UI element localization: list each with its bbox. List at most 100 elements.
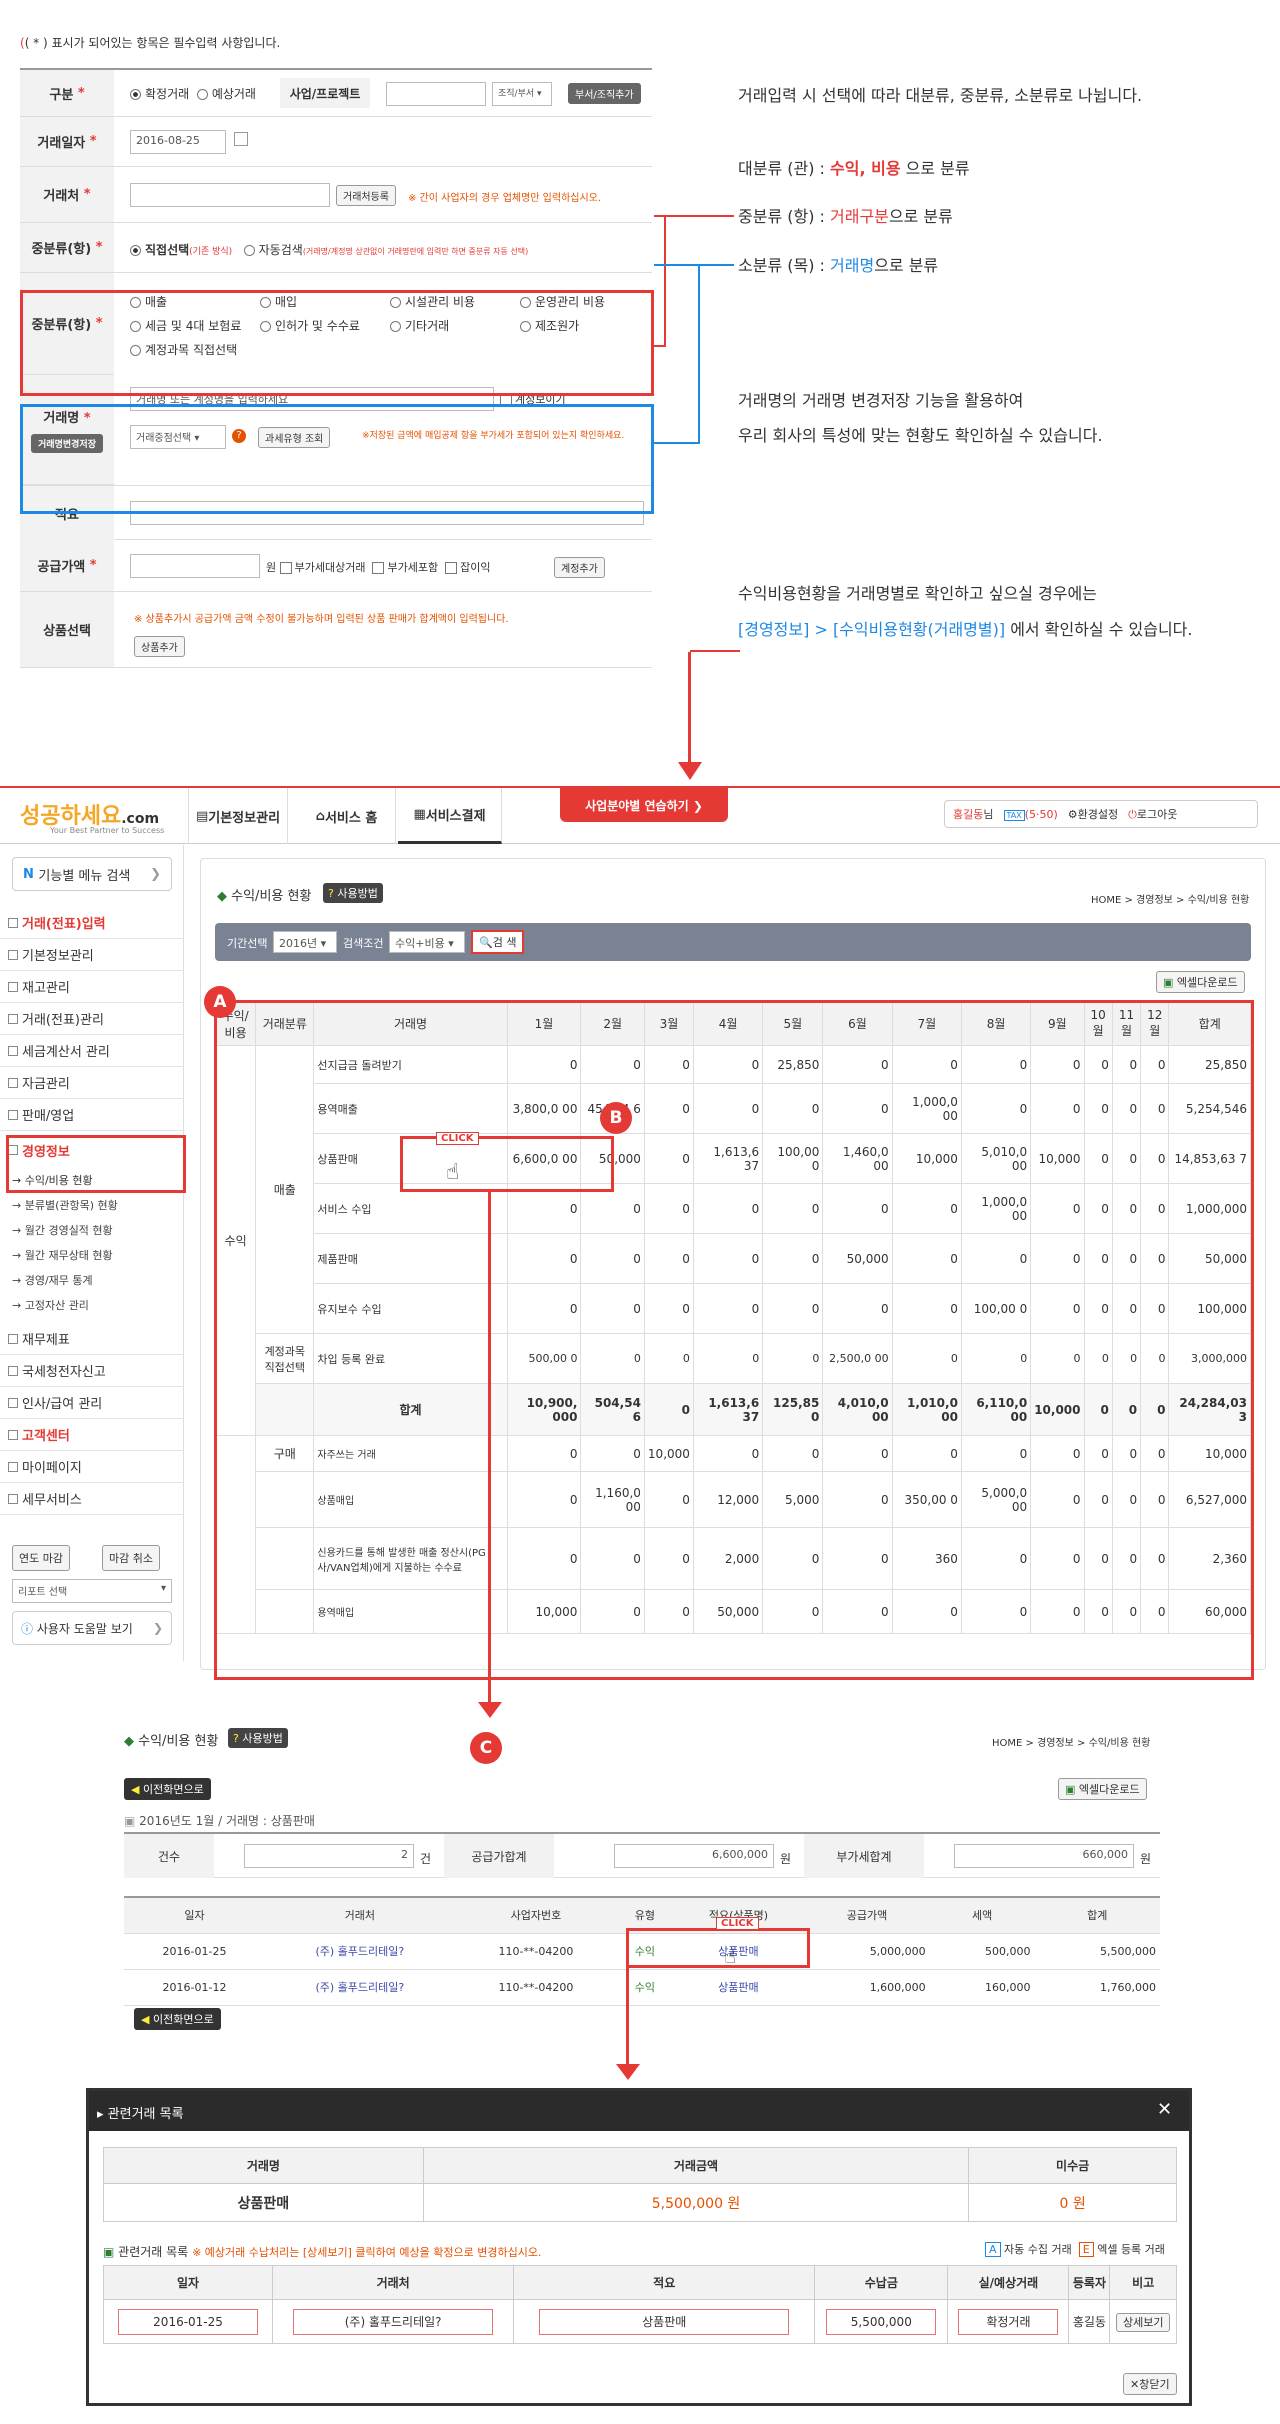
- summary-h3: 미수금: [968, 2147, 1177, 2184]
- misc-income-checkbox[interactable]: [445, 562, 458, 574]
- amount-unit: 원: [266, 561, 277, 574]
- user-help-button[interactable]: ⓘ 사용자 도움말 보기 ❯: [12, 1611, 172, 1645]
- back-button-bottom[interactable]: ◀ 이전화면으로: [134, 2008, 221, 2030]
- sidebar-item-items-3[interactable]: 거래(전표)관리: [0, 1003, 184, 1035]
- search-button[interactable]: 🔍검 색: [471, 930, 525, 954]
- detail-cell: 1,600,000: [804, 1969, 930, 2006]
- settings-button[interactable]: ⚙환경설정: [1068, 806, 1118, 822]
- sidebar-sub-4[interactable]: → 경영/재무 통계: [0, 1267, 184, 1292]
- sidebar-item-items-1[interactable]: 기본정보관리: [0, 939, 184, 971]
- popup-close-button[interactable]: ✕창닫기: [1123, 2373, 1177, 2395]
- detail-excel-button[interactable]: ▣ 엑셀다운로드: [1058, 1778, 1147, 1800]
- detail-view-button[interactable]: 상세보기: [1115, 2312, 1171, 2332]
- sidebar-item-items-4[interactable]: 세금계산서 관리: [0, 1035, 184, 1067]
- plus-icon: [8, 1013, 18, 1024]
- sidebar-item-items2-0[interactable]: 재무제표: [0, 1323, 184, 1355]
- report-select[interactable]: 리포트 선택 ▾: [12, 1579, 172, 1603]
- date-input[interactable]: 2016-08-25: [130, 130, 226, 154]
- tab-service-payment[interactable]: ▦ 서비스결제: [398, 788, 502, 844]
- sidebar-item-tax-service[interactable]: 세무서비스: [0, 1483, 184, 1515]
- vat-target-checkbox[interactable]: [279, 562, 292, 574]
- vat-included-checkbox[interactable]: [372, 562, 385, 574]
- menu-search-button[interactable]: N 기능별 메뉴 검색 ❯: [12, 857, 172, 891]
- add-product-button[interactable]: 상품추가: [134, 636, 185, 657]
- year-close-button[interactable]: 연도 마감: [12, 1545, 70, 1571]
- sidebar-sub-5[interactable]: → 고정자산 관리: [0, 1292, 184, 1317]
- report-title: ◆ 수익/비용 현황: [217, 889, 312, 904]
- logout-button[interactable]: ⏻로그아웃: [1128, 806, 1177, 822]
- popup-col-header: 일자: [102, 2265, 274, 2300]
- hand-cursor-icon-2: ☝: [724, 1944, 737, 1968]
- detail-panel: ◆ 수익/비용 현황 ? 사용방법 HOME > 경영정보 > 수익/비용 현황…: [120, 1726, 1160, 2046]
- practice-button[interactable]: 사업분야별 연습하기 ❯: [560, 788, 728, 822]
- direct-select-note: (기존 방식): [189, 247, 233, 257]
- sidebar-sub-2[interactable]: → 월간 경영실적 현황: [0, 1217, 184, 1242]
- arrow-head-1: [678, 762, 702, 780]
- sidebar-item-mypage[interactable]: 마이페이지: [0, 1451, 184, 1483]
- user-name[interactable]: 홍길동님: [953, 806, 994, 822]
- detail-product-highlight: [626, 1928, 810, 1968]
- detail-cell: 110-**-04200: [454, 1933, 618, 1970]
- summary-h2: 거래금액: [422, 2147, 970, 2184]
- app-header: 성공하세요.com Your Best Partner to Success ▤…: [0, 788, 1280, 844]
- amount-input[interactable]: [130, 554, 260, 578]
- popup-cell: 홍길동: [1068, 2299, 1111, 2344]
- radio-direct-select[interactable]: [130, 245, 141, 256]
- related-popup: ▸ 관련거래 목록 ✕ 거래명 거래금액 미수금 상품판매 5,500,000 원0 …: [86, 2088, 1192, 2406]
- sidebar-sub-1[interactable]: → 분류별(관항목) 현황: [0, 1192, 184, 1217]
- detail-cell[interactable]: 상품판매: [672, 1969, 805, 2006]
- detail-col-header: 사업자번호: [454, 1896, 618, 1934]
- sidebar-item-items-6[interactable]: 판매/영업: [0, 1099, 184, 1131]
- summary-receivable: 0 원: [968, 2183, 1177, 2222]
- add-account-button[interactable]: 계정추가: [554, 557, 605, 578]
- popup-close-icon[interactable]: ✕: [1157, 2099, 1172, 2120]
- sidebar-item-items-5[interactable]: 자금관리: [0, 1067, 184, 1099]
- calendar-icon[interactable]: [234, 132, 248, 146]
- radio-auto-search[interactable]: [243, 245, 255, 256]
- breadcrumb: HOME > 경영정보 > 수익/비용 현황: [1091, 895, 1250, 906]
- arrow-branch: [690, 650, 740, 652]
- auto-search-label: 자동검색: [258, 243, 303, 257]
- radio-expected[interactable]: [196, 89, 208, 100]
- vat-target-label: 부가세대상거래: [294, 561, 366, 574]
- detail-cell[interactable]: (주) 홀푸드리테일?: [265, 1933, 455, 1970]
- add-dept-button[interactable]: 부서/조직추가: [568, 83, 641, 104]
- radio-confirmed[interactable]: [130, 89, 141, 100]
- back-button-top[interactable]: ◀ 이전화면으로: [124, 1778, 211, 1800]
- sidebar-item-items2-1[interactable]: 국세청전자신고: [0, 1355, 184, 1387]
- tab-basic-info[interactable]: ▤ 기본정보관리: [188, 788, 288, 844]
- mid-category-label: 중분류(항) *: [20, 223, 114, 273]
- plus-icon: [8, 1397, 18, 1408]
- marker-b: B: [600, 1102, 632, 1134]
- detail-howto-button[interactable]: ? 사용방법: [228, 1728, 288, 1748]
- condition-select[interactable]: 수익+비용 ▾: [389, 931, 465, 953]
- click-tag-2: CLICK: [716, 1917, 759, 1930]
- detail-cell: 5,500,000: [1034, 1933, 1160, 1970]
- arrow-left-icon: ◀: [131, 1783, 140, 1796]
- howto-button[interactable]: ? 사용방법: [323, 883, 383, 903]
- sidebar-item-customer[interactable]: 고객센터: [0, 1419, 184, 1451]
- tab-service-home[interactable]: ⌂ 서비스 홈: [298, 788, 396, 844]
- condition-label: 검색조건: [343, 937, 384, 950]
- user-bar: 홍길동님 TAX (5·50) ⚙환경설정 ⏻로그아웃: [944, 800, 1258, 828]
- client-note: ※ 간이 사업자의 경우 업체명만 입력하십시오.: [408, 193, 602, 204]
- close-cancel-button[interactable]: 마감 취소: [102, 1545, 160, 1571]
- tax-badge[interactable]: TAX (5·50): [1003, 808, 1058, 821]
- excel-icon: ▣: [1163, 976, 1174, 989]
- sidebar-item-items-0[interactable]: 거래(전표)입력: [0, 907, 184, 939]
- sidebar-sub-3[interactable]: → 월간 재무상태 현황: [0, 1242, 184, 1267]
- legend-excel-icon: E: [1078, 2242, 1094, 2257]
- excel-download-button[interactable]: ▣ 엑셀다운로드: [1156, 971, 1245, 993]
- sidebar-item-items2-2[interactable]: 인사/급여 관리: [0, 1387, 184, 1419]
- sidebar-item-items-2[interactable]: 재고관리: [0, 971, 184, 1003]
- year-select[interactable]: 2016년 ▾: [273, 931, 337, 953]
- plus-icon: [8, 981, 18, 992]
- register-client-button[interactable]: 거래처등록: [336, 185, 396, 206]
- project-input[interactable]: [386, 82, 486, 106]
- client-input[interactable]: [130, 183, 330, 207]
- dept-select[interactable]: 조직/부서 ▾: [492, 82, 552, 106]
- detail-cell[interactable]: (주) 홀푸드리테일?: [265, 1969, 455, 2006]
- required-note: (( * ) 표시가 되어있는 항목은 필수입력 사항입니다.: [20, 36, 281, 50]
- plus-icon: [8, 1365, 18, 1376]
- detail-breadcrumb: HOME > 경영정보 > 수익/비용 현황: [992, 1738, 1151, 1749]
